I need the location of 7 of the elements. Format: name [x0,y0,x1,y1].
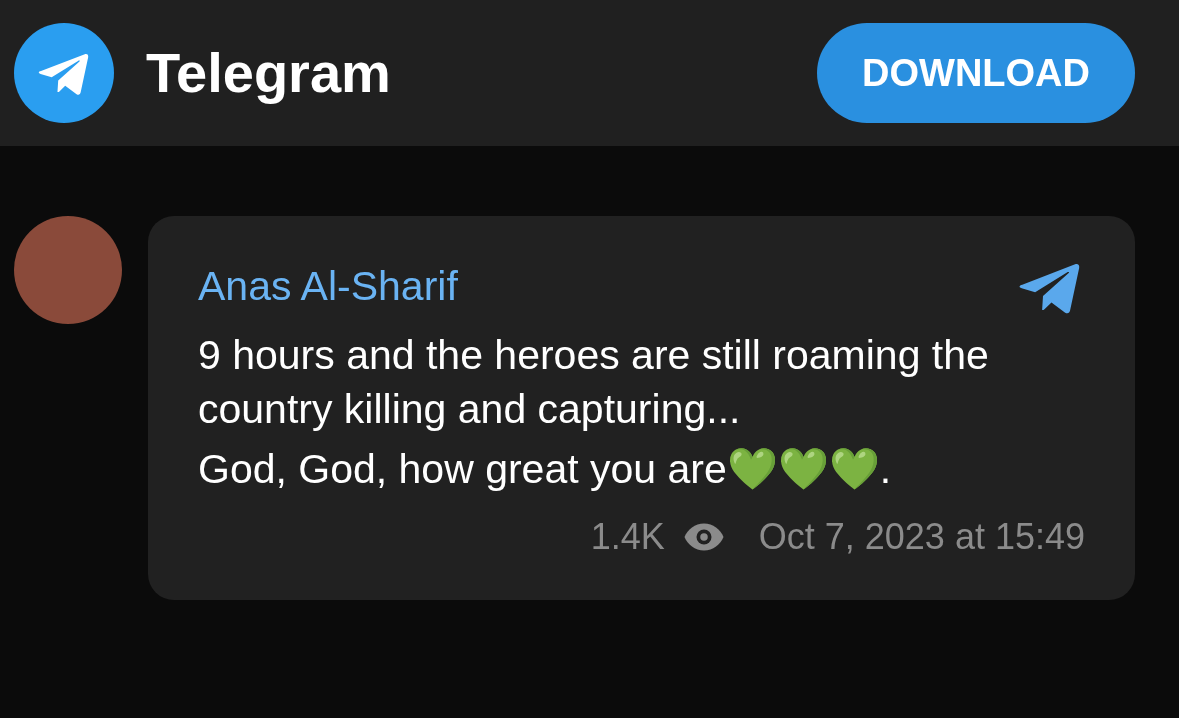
message-text: God, God, how great you are💚💚💚. [198,445,893,494]
view-count: 1.4K [590,515,665,559]
message-date: Oct 7, 2023 at 15:49 [758,515,1085,559]
author-name[interactable]: Anas Al-Sharif [198,256,458,318]
app-title: Telegram [146,40,391,106]
eye-icon [682,522,725,552]
message-text: 9 hours and the heroes are still roaming the country killing and capturing... [198,331,990,434]
